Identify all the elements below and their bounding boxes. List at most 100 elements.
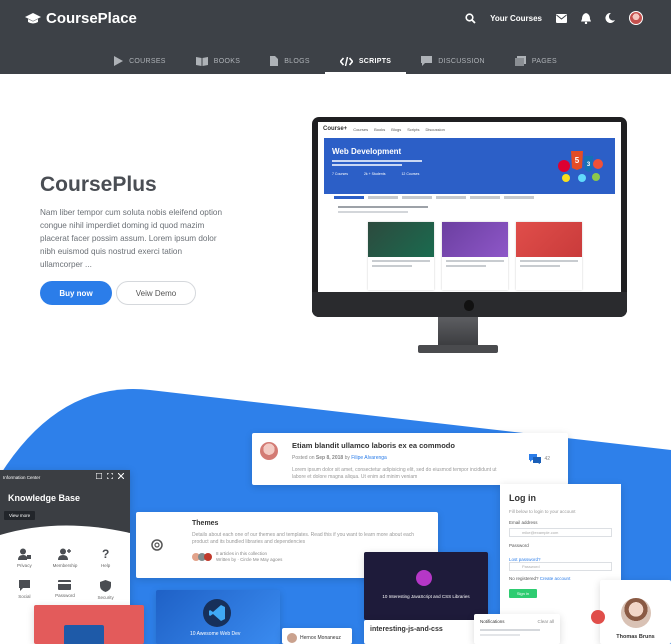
tab-discussion[interactable]: DISCUSSION xyxy=(406,48,500,74)
minimize-icon[interactable] xyxy=(96,473,102,479)
email-placeholder: mike@example.com xyxy=(522,530,559,535)
lifebuoy-icon xyxy=(151,539,163,551)
register-line: No registered? Create account xyxy=(509,576,612,581)
screen-tab xyxy=(334,196,364,199)
notification-line xyxy=(480,629,540,631)
email-field[interactable]: mike@example.com xyxy=(509,528,612,537)
vscode-logo-icon xyxy=(203,599,231,627)
mail-icon[interactable] xyxy=(556,13,567,23)
tab-books[interactable]: BOOKS xyxy=(181,48,255,74)
kb-item-label: Password xyxy=(55,593,75,598)
create-account-link[interactable]: Create account xyxy=(540,576,571,581)
screen-logo: Course+ xyxy=(323,126,348,132)
close-icon[interactable] xyxy=(118,473,124,479)
tab-blogs[interactable]: BLOGS xyxy=(255,48,325,74)
tab-courses[interactable]: COURSES xyxy=(99,48,181,74)
hero-title: CoursePlus xyxy=(40,173,157,196)
themes-meta: 8 articles in this collection Written by… xyxy=(216,551,282,563)
chat-icon xyxy=(421,56,433,66)
brand-logo[interactable]: CoursePlace xyxy=(25,10,137,27)
header-actions: Your Courses xyxy=(465,11,643,25)
notifications-title: Notifications xyxy=(480,619,505,624)
blog-post-card[interactable]: Etiam blandit ullamco laboris ex ea comm… xyxy=(252,433,568,485)
document-icon xyxy=(270,56,279,66)
kb-top-label: Information Center xyxy=(3,475,41,480)
screen-stat: 2k + Students xyxy=(363,172,386,176)
screen-stat: 12 Courses xyxy=(401,172,420,176)
comment-count-value: 42 xyxy=(544,456,550,462)
tab-label: BLOGS xyxy=(284,57,310,65)
monitor-stand xyxy=(438,317,478,347)
post-excerpt: Lorem ipsum dolor sit amet, consectetur … xyxy=(292,467,497,480)
kb-view-more-button[interactable]: View more xyxy=(4,511,36,520)
post-meta-prefix: Posted on xyxy=(292,455,315,461)
view-demo-button[interactable]: Veiw Demo xyxy=(116,281,196,305)
category-tabs: COURSES BOOKS BLOGS SCRIPTS DISCUSSION P… xyxy=(0,48,671,74)
kb-item-label: Help xyxy=(101,563,111,568)
post-author[interactable]: Filipe Alvarenga xyxy=(351,455,387,461)
course-thumbnail-card[interactable] xyxy=(34,605,144,644)
password-field[interactable]: Password xyxy=(509,562,612,571)
screen-card-image xyxy=(516,222,582,257)
kb-item-membership[interactable]: Membership xyxy=(45,548,86,568)
avatar[interactable] xyxy=(629,11,643,25)
person-card[interactable]: Hernox Monaneuz xyxy=(282,628,352,644)
bell-icon[interactable] xyxy=(581,12,591,24)
sign-in-button[interactable]: Sign in xyxy=(509,589,537,598)
moon-icon[interactable] xyxy=(605,13,615,23)
shield-icon xyxy=(100,580,112,592)
avatar xyxy=(260,442,278,460)
user-lock-icon xyxy=(17,548,31,560)
clear-all-link[interactable]: Clear all xyxy=(537,619,554,624)
screen-nav-item: Discussion xyxy=(425,126,445,132)
password-placeholder: Password xyxy=(522,564,540,569)
tab-label: COURSES xyxy=(129,57,166,65)
question-icon: ? xyxy=(101,547,110,561)
forgot-password-link[interactable]: Lost password? xyxy=(509,557,612,562)
login-subtitle: Fill below to login to your account xyxy=(509,509,576,514)
email-label: Email address xyxy=(509,520,538,525)
comment-icon xyxy=(18,580,30,591)
screen-hero: Web Development 7 Courses 2k + Students … xyxy=(324,138,615,194)
kb-item-social[interactable]: Social xyxy=(4,580,45,600)
kb-item-label: Privacy xyxy=(16,563,32,568)
kb-item-privacy[interactable]: Privacy xyxy=(4,548,45,568)
buy-now-button[interactable]: Buy now xyxy=(40,281,112,305)
screen-card-image xyxy=(442,222,508,257)
no-account-text: No registered? xyxy=(509,576,539,581)
themes-written: Written by · Circle Me May agoes xyxy=(216,557,283,562)
js-card-footer[interactable]: interesting-js-and-css xyxy=(364,620,488,644)
kb-item-password[interactable]: Password xyxy=(45,580,86,600)
screen-nav-item: Scripts xyxy=(407,126,420,132)
expand-icon[interactable] xyxy=(107,473,113,479)
profile-card[interactable]: Thomas Bruns xyxy=(600,580,671,644)
monitor-stand-base xyxy=(418,345,498,353)
js-library-card[interactable]: 10 Interesting JavaScript and CSS Librar… xyxy=(364,552,488,620)
person-name: Hernox Monaneuz xyxy=(300,635,341,641)
web-dev-title: 10 Awesome Web Dev xyxy=(190,631,241,637)
kb-item-security[interactable]: Security xyxy=(85,580,126,600)
screen-course-card xyxy=(368,222,434,290)
comment-count[interactable]: 42 xyxy=(529,454,550,464)
web-dev-card[interactable]: 10 Awesome Web Dev xyxy=(156,590,280,644)
monitor-chin xyxy=(312,292,627,317)
tab-pages[interactable]: PAGES xyxy=(500,48,572,74)
javascript-logo-icon xyxy=(416,570,432,586)
avatar xyxy=(621,598,651,628)
screen-tabs xyxy=(324,194,615,202)
screen-nav-item: Books xyxy=(374,126,386,132)
tab-label: DISCUSSION xyxy=(438,57,485,65)
notification-badge[interactable] xyxy=(591,610,605,624)
screen-card-line xyxy=(520,260,578,262)
brand-name: CoursePlace xyxy=(46,10,137,27)
pages-icon xyxy=(514,56,526,66)
monitor-mockup: Course+ Courses Books Blogs Scripts Disc… xyxy=(312,117,627,317)
kb-item-help[interactable]: ? Help xyxy=(85,548,126,568)
tab-scripts[interactable]: SCRIPTS xyxy=(324,48,407,74)
your-courses-link[interactable]: Your Courses xyxy=(490,14,542,23)
screen-card-line xyxy=(372,260,430,262)
search-icon[interactable] xyxy=(465,12,476,24)
post-title[interactable]: Etiam blandit ullamco laboris ex ea comm… xyxy=(292,441,558,450)
tab-label: SCRIPTS xyxy=(358,57,392,65)
kb-item-label: Social xyxy=(18,594,31,599)
